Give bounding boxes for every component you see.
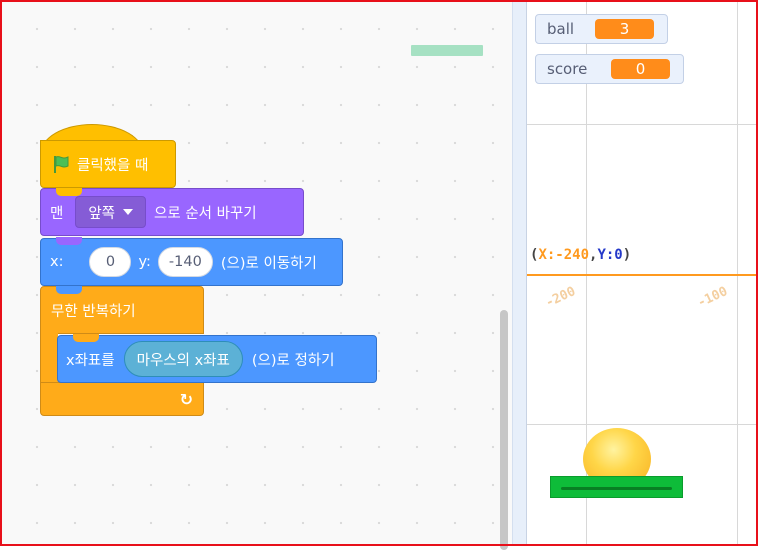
forever-block-arm bbox=[40, 333, 58, 383]
grid-line bbox=[527, 124, 757, 125]
y-label: y: bbox=[138, 254, 151, 270]
set-x-prefix: x좌표를 bbox=[66, 352, 115, 369]
looks-block-suffix: 으로 순서 바꾸기 bbox=[154, 205, 257, 222]
stage[interactable]: ball 3 score 0 (X:-240,Y:0) -200 -100 bbox=[526, 2, 757, 544]
panel-divider[interactable] bbox=[512, 2, 527, 544]
monitor-name: ball bbox=[547, 20, 575, 38]
coord-x: X:-240 bbox=[538, 247, 590, 263]
layer-dropdown[interactable]: 앞쪽 bbox=[75, 196, 147, 228]
variable-monitor-ball[interactable]: ball 3 bbox=[535, 14, 668, 44]
scrollbar-horizontal-thumb[interactable] bbox=[411, 45, 483, 56]
looks-block-prefix: 맨 bbox=[50, 205, 64, 222]
coordinate-readout: (X:-240,Y:0) bbox=[530, 247, 631, 263]
scrollbar-vertical-thumb[interactable] bbox=[500, 310, 508, 550]
x-label: x: bbox=[50, 254, 64, 270]
axis-tick-label: -200 bbox=[543, 284, 579, 311]
loop-arrow-icon: ↻ bbox=[179, 389, 193, 409]
mouse-x-reporter[interactable]: 마우스의 x좌표 bbox=[123, 341, 243, 377]
coord-y: Y:0 bbox=[597, 247, 623, 263]
set-x-block[interactable]: x좌표를 마우스의 x좌표 (으)로 정하기 bbox=[57, 335, 377, 383]
when-flag-clicked-block[interactable]: 클릭했을 때 bbox=[40, 140, 176, 188]
go-to-xy-block[interactable]: x: 0 y: -140 (으)로 이동하기 bbox=[40, 238, 343, 286]
forever-block-bottom[interactable]: ↻ bbox=[40, 382, 204, 416]
mouse-x-reporter-label: 마우스의 x좌표 bbox=[136, 352, 230, 369]
forever-block-label: 무한 반복하기 bbox=[51, 303, 136, 320]
layer-dropdown-value: 앞쪽 bbox=[88, 205, 116, 222]
y-value-input[interactable]: -140 bbox=[157, 247, 213, 277]
x-axis-line bbox=[527, 274, 757, 276]
monitor-value: 0 bbox=[611, 59, 670, 79]
green-flag-icon bbox=[54, 156, 69, 173]
hat-block-label: 클릭했을 때 bbox=[77, 157, 149, 174]
x-value-input[interactable]: 0 bbox=[89, 247, 132, 277]
chevron-down-icon bbox=[123, 209, 134, 215]
block-notch bbox=[56, 237, 82, 245]
variable-monitor-score[interactable]: score 0 bbox=[535, 54, 684, 84]
block-notch bbox=[73, 334, 99, 342]
set-x-suffix: (으)로 정하기 bbox=[251, 352, 335, 369]
paddle-sprite[interactable] bbox=[550, 476, 683, 498]
grid-line bbox=[527, 424, 757, 425]
block-notch bbox=[56, 188, 82, 196]
grid-line bbox=[737, 2, 738, 544]
motion-block-suffix: (으)로 이동하기 bbox=[220, 255, 317, 272]
axis-tick-label: -100 bbox=[695, 284, 731, 311]
block-notch bbox=[56, 286, 82, 294]
monitor-name: score bbox=[547, 60, 588, 78]
coord-close: ) bbox=[622, 247, 632, 263]
monitor-value: 3 bbox=[595, 19, 654, 39]
